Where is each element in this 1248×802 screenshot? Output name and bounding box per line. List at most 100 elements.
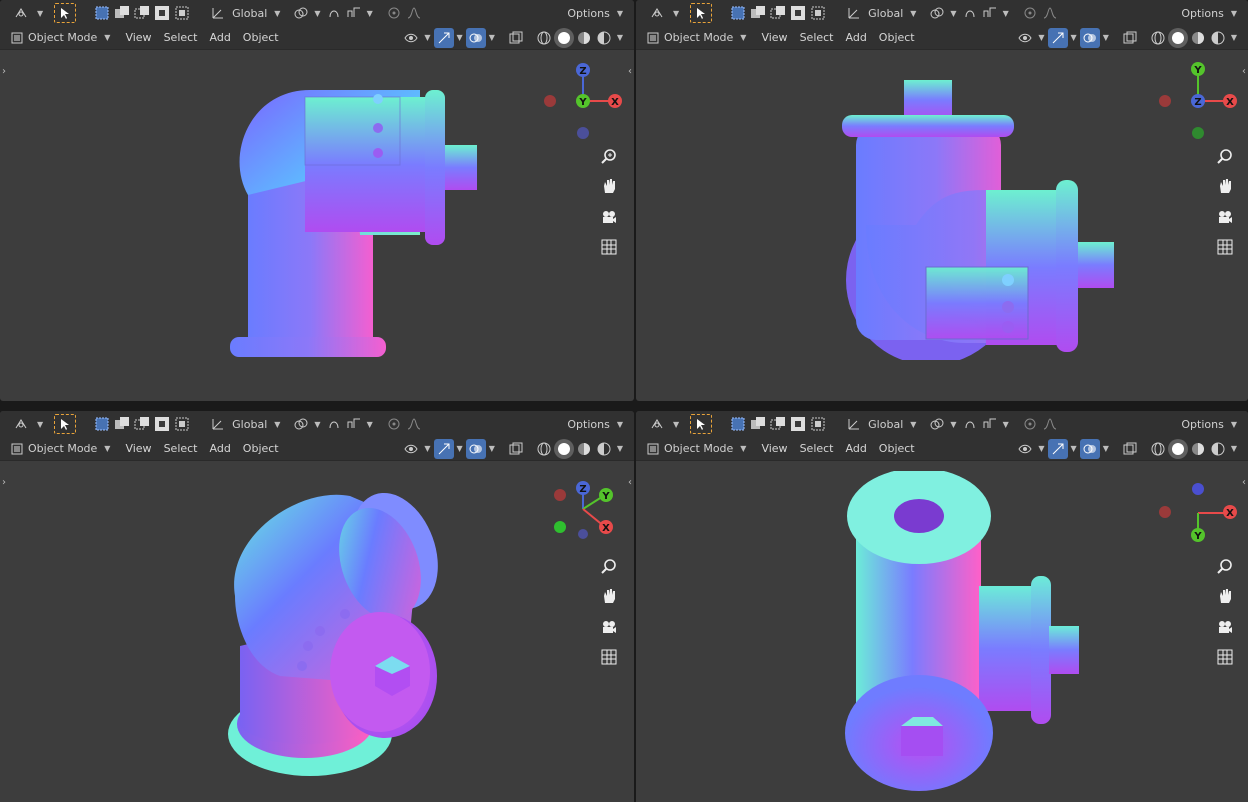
hand-icon[interactable] — [598, 175, 620, 197]
grid-icon[interactable] — [1214, 236, 1236, 258]
menu-select[interactable]: Select — [158, 31, 204, 44]
pipe-model[interactable] — [841, 471, 1101, 796]
menu-object[interactable]: Object — [237, 442, 285, 455]
viewport-top[interactable]: ▼ Global ▼ ▼ ▼ Options ▼ Object Mode ▼ Vi… — [636, 411, 1248, 802]
snap-icon[interactable] — [960, 414, 980, 434]
xray-icon[interactable] — [506, 28, 526, 48]
menu-add[interactable]: Add — [204, 442, 237, 455]
select-subtract-icon[interactable] — [768, 414, 788, 434]
visibility-icon[interactable] — [1015, 439, 1035, 459]
pivot-icon[interactable] — [291, 414, 311, 434]
menu-add[interactable]: Add — [840, 442, 873, 455]
proportional-edit-icon[interactable] — [1020, 3, 1040, 23]
cursor-icon[interactable] — [644, 414, 670, 434]
overlay-icon[interactable] — [1079, 438, 1100, 459]
select-subtract-icon[interactable] — [768, 3, 788, 23]
options-dropdown[interactable]: Options ▼ — [563, 7, 634, 20]
material-icon[interactable] — [1188, 28, 1208, 48]
snap-icon[interactable] — [324, 3, 344, 23]
transform-icon[interactable] — [844, 3, 864, 23]
proportional-edit-icon[interactable] — [1020, 414, 1040, 434]
wireframe-icon[interactable] — [1148, 439, 1168, 459]
solid-icon[interactable] — [1167, 27, 1188, 48]
pivot-icon[interactable] — [927, 3, 947, 23]
select-invert-icon[interactable] — [152, 414, 172, 434]
falloff-icon[interactable] — [1040, 3, 1060, 23]
sidebar-toggle-icon[interactable]: ‹ — [628, 477, 632, 488]
navigation-gizmo[interactable]: Z X Y — [540, 58, 630, 148]
menu-add[interactable]: Add — [840, 31, 873, 44]
pipe-model[interactable] — [220, 476, 450, 781]
grid-icon[interactable] — [598, 236, 620, 258]
select-intersect-icon[interactable] — [172, 414, 192, 434]
rendered-icon[interactable] — [1208, 439, 1228, 459]
viewport-side[interactable]: ▼ Global ▼ ▼ ▼ Options ▼ Object Mode ▼ Vi… — [636, 0, 1248, 401]
select-extend-icon[interactable] — [112, 414, 132, 434]
zoom-icon[interactable] — [598, 555, 620, 577]
visibility-icon[interactable] — [401, 28, 421, 48]
viewport-front[interactable]: ▼ Global ▼ ▼ ▼ Options ▼ Object Mode ▼ Vi… — [0, 0, 634, 401]
wireframe-icon[interactable] — [534, 439, 554, 459]
solid-icon[interactable] — [1167, 438, 1188, 459]
wireframe-icon[interactable] — [534, 28, 554, 48]
camera-icon[interactable] — [598, 616, 620, 638]
chevron-down-icon[interactable]: ▼ — [311, 9, 323, 18]
select-subtract-icon[interactable] — [132, 414, 152, 434]
transform-orientation-label[interactable]: Global — [228, 7, 271, 20]
visibility-icon[interactable] — [401, 439, 421, 459]
toolbar-toggle-icon[interactable]: › — [2, 66, 6, 77]
visibility-icon[interactable] — [1015, 28, 1035, 48]
rendered-icon[interactable] — [594, 439, 614, 459]
menu-object[interactable]: Object — [237, 31, 285, 44]
falloff-icon[interactable] — [404, 414, 424, 434]
proportional-edit-icon[interactable] — [384, 3, 404, 23]
options-dropdown[interactable]: Options ▼ — [1177, 418, 1248, 431]
gizmo-icon[interactable] — [433, 438, 454, 459]
select-invert-icon[interactable] — [788, 414, 808, 434]
chevron-down-icon[interactable]: ▼ — [364, 9, 376, 18]
menu-object[interactable]: Object — [873, 31, 921, 44]
transform-orientation-label[interactable]: Global — [228, 418, 271, 431]
overlay-icon[interactable] — [465, 27, 486, 48]
transform-icon[interactable] — [208, 3, 228, 23]
select-intersect-icon[interactable] — [808, 3, 828, 23]
material-icon[interactable] — [1188, 439, 1208, 459]
select-invert-icon[interactable] — [152, 3, 172, 23]
falloff-icon[interactable] — [404, 3, 424, 23]
overlay-icon[interactable] — [1079, 27, 1100, 48]
gizmo-icon[interactable] — [433, 27, 454, 48]
mode-selector[interactable]: Object Mode ▼ — [0, 31, 119, 45]
xray-icon[interactable] — [506, 439, 526, 459]
cursor-icon[interactable] — [8, 414, 34, 434]
menu-select[interactable]: Select — [794, 31, 840, 44]
mode-selector[interactable]: Object Mode ▼ — [0, 442, 119, 456]
navigation-gizmo[interactable]: Y X Z — [1156, 58, 1246, 148]
chevron-down-icon[interactable]: ▼ — [271, 9, 283, 18]
hand-icon[interactable] — [598, 585, 620, 607]
menu-select[interactable]: Select — [794, 442, 840, 455]
select-box-icon[interactable] — [728, 3, 748, 23]
select-box-icon[interactable] — [728, 414, 748, 434]
mode-selector[interactable]: Object Mode ▼ — [636, 442, 755, 456]
menu-object[interactable]: Object — [873, 442, 921, 455]
zoom-icon[interactable] — [1214, 145, 1236, 167]
hand-icon[interactable] — [1214, 585, 1236, 607]
zoom-icon[interactable] — [1214, 555, 1236, 577]
menu-view[interactable]: View — [755, 31, 793, 44]
chevron-down-icon[interactable]: ▼ — [34, 9, 46, 18]
pipe-model[interactable] — [220, 85, 490, 370]
transform-orientation-label[interactable]: Global — [864, 418, 907, 431]
select-box-icon[interactable] — [92, 3, 112, 23]
select-invert-icon[interactable] — [788, 3, 808, 23]
hand-icon[interactable] — [1214, 175, 1236, 197]
snap-icon[interactable] — [960, 3, 980, 23]
select-tool-button[interactable] — [690, 414, 713, 434]
menu-select[interactable]: Select — [158, 442, 204, 455]
pipe-model[interactable] — [836, 75, 1126, 360]
camera-icon[interactable] — [1214, 616, 1236, 638]
select-tool-button[interactable] — [54, 3, 77, 23]
grid-icon[interactable] — [598, 646, 620, 668]
transform-orientation-label[interactable]: Global — [864, 7, 907, 20]
xray-icon[interactable] — [1120, 439, 1140, 459]
snap-icon[interactable] — [324, 414, 344, 434]
